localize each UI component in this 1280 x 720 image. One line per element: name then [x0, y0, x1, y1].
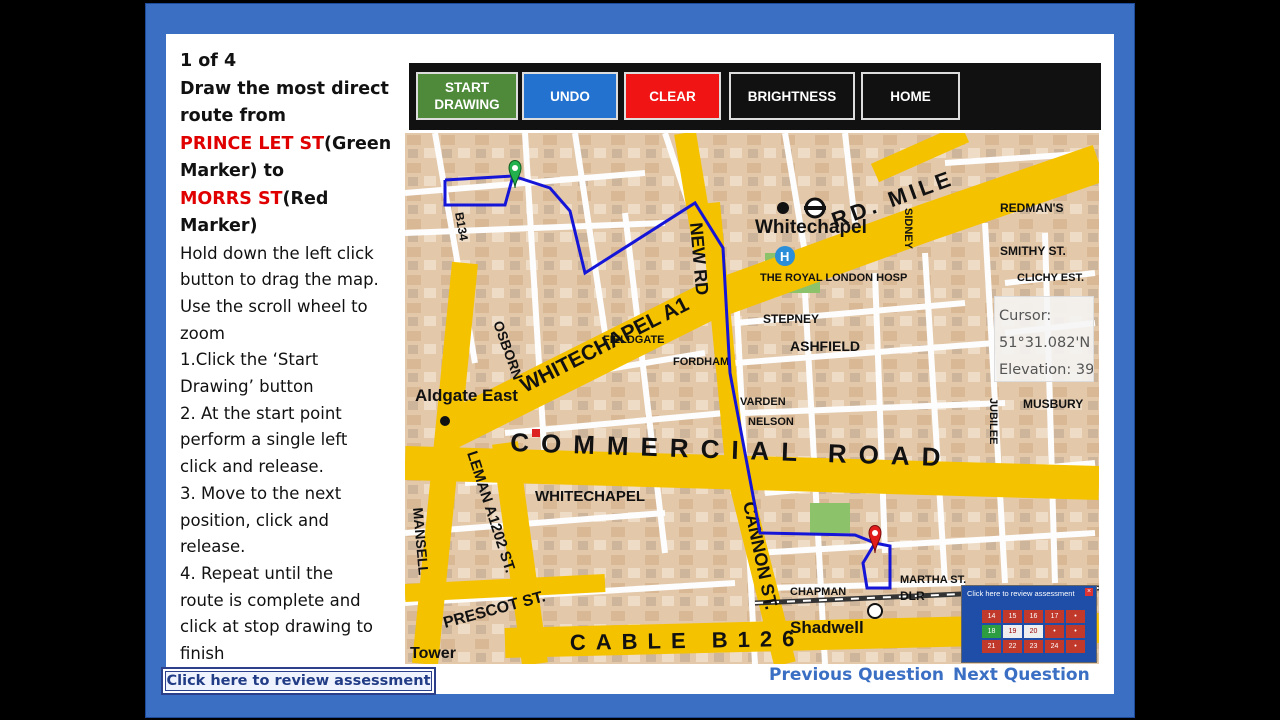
- instruction-step: position, click and: [180, 510, 329, 530]
- instruction-line: route from: [180, 106, 286, 126]
- undo-button[interactable]: UNDO: [522, 72, 618, 120]
- question-cell[interactable]: 14: [982, 610, 1001, 623]
- end-street-line: MORRS ST(Red: [180, 186, 395, 214]
- instruction-line: Marker): [180, 216, 258, 236]
- instruction-step: 1.Click the ‘Start: [180, 350, 319, 370]
- home-button[interactable]: HOME: [861, 72, 960, 120]
- question-cell[interactable]: 24: [1045, 640, 1064, 653]
- map-label-clichy: CLICHY EST.: [1017, 272, 1084, 284]
- review-widget-title: Click here to review assessment ×: [967, 588, 1093, 598]
- map-toolbar: START DRAWING UNDO CLEAR BRIGHTNESS HOME: [409, 63, 1101, 130]
- cursor-label: Cursor:: [999, 308, 1052, 324]
- instruction-step: release.: [180, 537, 246, 557]
- instruction-step: perform a single left: [180, 430, 348, 450]
- map-label-smithy: SMITHY ST.: [1000, 244, 1066, 258]
- assessment-frame: 1 of 4 Draw the most direct route from P…: [145, 3, 1135, 718]
- next-question-link[interactable]: Next Question: [953, 665, 1090, 685]
- map-label-cable-st: CABLE B126: [570, 626, 805, 655]
- instruction-step: 4. Repeat until the: [180, 563, 334, 583]
- start-street-line: PRINCE LET ST(Green: [180, 131, 395, 159]
- map-label-jubilee: JUBILEE: [987, 398, 999, 444]
- instruction-step: 2. At the start point: [180, 403, 342, 423]
- start-drawing-label-1: START: [445, 80, 489, 95]
- assessment-panel: 1 of 4 Draw the most direct route from P…: [161, 34, 1114, 695]
- question-cell[interactable]: •: [1066, 625, 1085, 638]
- brightness-button[interactable]: BRIGHTNESS: [729, 72, 855, 120]
- close-icon[interactable]: ×: [1085, 588, 1093, 596]
- map-label-dlr: DLR: [900, 589, 925, 603]
- question-cell[interactable]: 20: [1024, 625, 1043, 638]
- instruction-step: 3. Move to the next: [180, 483, 342, 503]
- start-drawing-label-2: DRAWING: [434, 97, 500, 112]
- instruction-step: finish: [180, 644, 225, 664]
- poi-icon: [532, 429, 540, 437]
- question-cell[interactable]: •: [1066, 640, 1085, 653]
- instruction-step: Hold down the left click: [180, 243, 374, 263]
- map-label-ashfield: ASHFIELD: [790, 338, 860, 354]
- station-icon: [440, 416, 450, 426]
- start-street-name: PRINCE LET ST: [180, 133, 325, 154]
- map-label-musbury: MUSBURY: [1023, 397, 1083, 411]
- cursor-elevation: Elevation: 39: [999, 362, 1094, 378]
- map-label-royal-london: THE ROYAL LONDON HOSP: [760, 272, 907, 284]
- map-label-aldgate-east: Aldgate East: [415, 386, 518, 405]
- map-label-whitechapel-area: WHITECHAPEL: [535, 488, 645, 505]
- review-assessment-widget[interactable]: Click here to review assessment × 14 15 1…: [961, 585, 1097, 663]
- hospital-icon-glyph: H: [780, 249, 789, 264]
- question-cell[interactable]: 15: [1003, 610, 1022, 623]
- cursor-coordinate: 51°31.082'N: [999, 335, 1091, 351]
- question-counter: 1 of 4: [180, 51, 237, 71]
- question-cell[interactable]: 22: [1003, 640, 1022, 653]
- map-label-tower: Tower: [410, 645, 456, 662]
- review-assessment-button[interactable]: Click here to review assessment: [161, 667, 436, 695]
- map-label-nelson: NELSON: [748, 416, 794, 428]
- cursor-readout: Cursor: 51°31.082'N Elevation: 39: [994, 296, 1094, 382]
- map-label-varden: VARDEN: [740, 396, 786, 408]
- question-cell[interactable]: 19: [1003, 625, 1022, 638]
- question-cell[interactable]: 18: [982, 625, 1001, 638]
- map-label-fieldgate: FIELDGATE: [603, 334, 665, 346]
- map-label-redmans: REDMAN'S: [1000, 201, 1064, 215]
- map-label-sidney: SIDNEY: [902, 208, 914, 250]
- question-cell[interactable]: •: [1066, 610, 1085, 623]
- question-cell[interactable]: 16: [1024, 610, 1043, 623]
- end-marker-text: (Red: [282, 188, 329, 209]
- map-label-chapman: CHAPMAN: [790, 586, 846, 598]
- question-cell[interactable]: 21: [982, 640, 1001, 653]
- question-cell[interactable]: 17: [1045, 610, 1064, 623]
- instructions-panel: 1 of 4 Draw the most direct route from P…: [180, 48, 395, 668]
- previous-question-link[interactable]: Previous Question: [769, 665, 944, 685]
- question-cell[interactable]: •: [1045, 625, 1064, 638]
- clear-button[interactable]: CLEAR: [624, 72, 721, 120]
- map-label-whitechapel-station: Whitechapel: [755, 217, 867, 238]
- end-street-name: MORRS ST: [180, 188, 283, 209]
- start-marker-text: (Green: [324, 133, 392, 154]
- instruction-step: click at stop drawing to: [180, 617, 374, 637]
- underground-bar-icon: [804, 206, 826, 210]
- instruction-line: Draw the most direct: [180, 78, 389, 99]
- question-cell[interactable]: 23: [1024, 640, 1043, 653]
- instruction-step: Use the scroll wheel to: [180, 296, 368, 316]
- instruction-line: Marker) to: [180, 161, 285, 181]
- dlr-station-icon: [867, 603, 883, 619]
- start-drawing-button[interactable]: START DRAWING: [416, 72, 518, 120]
- instruction-step: Drawing’ button: [180, 377, 314, 397]
- street-map[interactable]: WHITECHAPEL A1 COMMERCIAL ROAD RD. MILE …: [405, 133, 1099, 664]
- instruction-step: click and release.: [180, 457, 324, 477]
- instruction-step: button to drag the map.: [180, 270, 379, 290]
- map-label-shadwell: Shadwell: [790, 618, 864, 637]
- instruction-step: zoom: [180, 323, 225, 343]
- instruction-step: route is complete and: [180, 590, 361, 610]
- map-label-fordham: FORDHAM: [673, 356, 729, 368]
- map-label-stepney: STEPNEY: [763, 312, 819, 326]
- question-grid: 14 15 16 17 • 18 19 20 • • 21 22 23 24 •: [982, 610, 1085, 653]
- map-label-martha: MARTHA ST.: [900, 574, 966, 586]
- station-icon: [777, 202, 789, 214]
